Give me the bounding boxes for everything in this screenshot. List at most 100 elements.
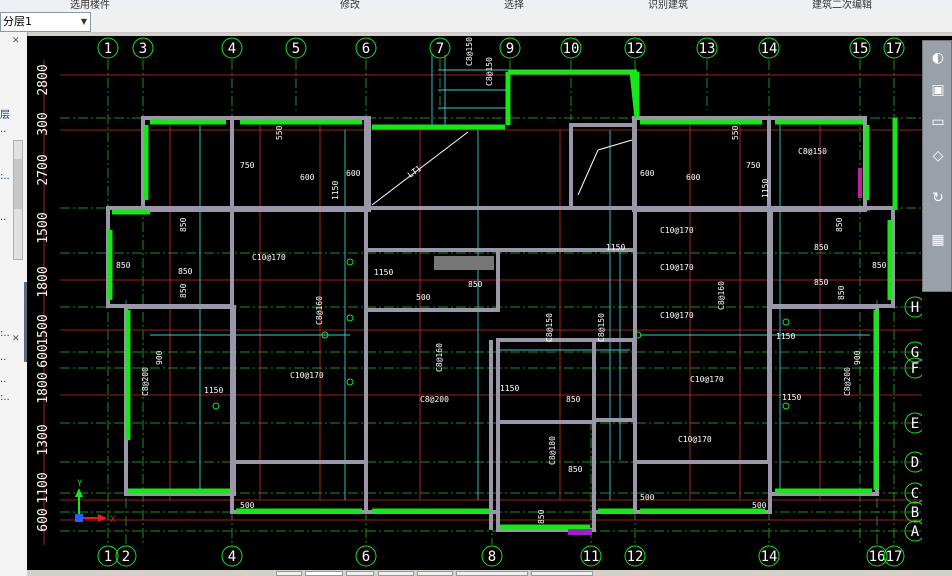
dim-text: 500 (416, 293, 431, 302)
left-dimension-texts: 2800300270015001800150060018001300110060… (36, 64, 51, 531)
dim-text: 500 (640, 493, 655, 502)
bottom-tab[interactable] (531, 571, 593, 576)
axis-bubble-label: 12 (627, 41, 644, 57)
axis-bubble: 1 (97, 37, 119, 59)
axis-bubble: 17 (883, 545, 905, 567)
axis-bubble-label: 12 (627, 549, 644, 565)
magenta-marker (858, 168, 862, 198)
dim-text: 850 (468, 280, 483, 289)
rebar-label: C10@170 (290, 371, 324, 380)
panel-item[interactable]: :.. (0, 392, 10, 403)
hatched-region (434, 256, 494, 270)
rebar-label: C8@200 (141, 367, 150, 396)
axis-bubble: 10 (560, 37, 582, 59)
rebar-label: C10@170 (660, 226, 694, 235)
close-icon[interactable]: ✕ (12, 334, 20, 344)
dim-text: 1150 (374, 268, 393, 277)
panel-item[interactable]: .. (0, 352, 6, 363)
rebar-label: C10@170 (660, 311, 694, 320)
axis-bubble: 17 (883, 37, 905, 59)
rebar-label: C10@170 (678, 435, 712, 444)
axis-bubble: 14 (758, 37, 780, 59)
left-dim-text: 1500 (36, 212, 51, 243)
rebar-label: C8@150 (545, 313, 554, 342)
menu-item[interactable]: 选用楼件 (70, 0, 110, 11)
panel-item[interactable]: 层 (0, 106, 10, 121)
axis-bubble: 12 (624, 545, 646, 567)
left-panel: ✕ 层 .. :.. .. ✕ :.. .. .. :.. (0, 32, 28, 576)
grid-view-icon[interactable]: ▦ (927, 229, 949, 251)
axis-bubble-label: 6 (362, 549, 370, 565)
floor-plan-svg[interactable]: 1 3 4 5 6 7 9 10 12 13 14 15 17 1 2 4 6 8 11 12 14 16 17 HGFE… (27, 36, 926, 570)
floor-dropdown[interactable]: 分层1 ▼ (0, 12, 91, 32)
axis-bubble: 13 (696, 37, 718, 59)
axis-bubble-label: C (911, 486, 919, 502)
dim-text: 550 (731, 125, 740, 140)
dim-text: 850 (814, 278, 829, 287)
bottom-tab[interactable] (456, 571, 528, 576)
dim-text: 900 (853, 350, 862, 365)
axis-bubble-label: 3 (139, 41, 147, 57)
axis-bubble-label: 6 (362, 41, 370, 57)
axis-bubbles-right: HGFEDCBA (904, 296, 926, 542)
left-dim-text: 1300 (36, 424, 51, 455)
axis-bubble: 5 (285, 37, 307, 59)
panel-item[interactable]: .. (0, 124, 6, 135)
dim-text: 850 (566, 395, 581, 404)
dim-text: 1150 (204, 386, 223, 395)
dim-text: 750 (240, 161, 255, 170)
menu-item[interactable]: 选择 (504, 0, 524, 11)
axis-bubble-label: F (911, 361, 919, 377)
bottom-tab[interactable] (417, 571, 453, 576)
dim-text: 850 (537, 509, 546, 524)
left-dim-text: 1100 (36, 472, 51, 503)
axis-bubble-label: 11 (583, 549, 600, 565)
bottom-tab[interactable] (346, 571, 374, 576)
box-view-icon[interactable]: ▭ (927, 111, 949, 133)
axis-bubble-label: 10 (563, 41, 580, 57)
sphere-view-icon[interactable]: ◐ (927, 47, 949, 69)
rebar-label: C8@180 (548, 436, 557, 465)
panel-scrollbar[interactable] (13, 140, 23, 260)
dim-text: 850 (116, 261, 131, 270)
axis-bubble-label: 14 (761, 549, 778, 565)
panel-item[interactable]: .. (0, 374, 6, 385)
cube-view-icon[interactable]: ◇ (927, 145, 949, 167)
close-icon[interactable]: ✕ (12, 36, 20, 46)
bottom-tab[interactable] (276, 571, 302, 576)
chevron-down-icon[interactable]: ▼ (81, 13, 87, 31)
menu-item[interactable]: 修改 (340, 0, 360, 11)
left-dim-text: 2700 (36, 154, 51, 185)
axis-bubble-label: 5 (292, 41, 300, 57)
axis-bubble: 4 (221, 37, 243, 59)
axis-bubble-label: 4 (228, 41, 236, 57)
axis-bubble: 4 (221, 545, 243, 567)
dim-text: 1150 (782, 393, 801, 402)
dim-text: 850 (872, 261, 887, 270)
axis-bubble-label: 16 (869, 549, 886, 565)
scroll-thumb[interactable] (14, 159, 22, 209)
rotate-icon[interactable]: ↻ (927, 187, 949, 209)
axis-bubble: 1 (97, 545, 119, 567)
axis-bubble: 6 (355, 37, 377, 59)
menu-item[interactable]: 建筑二次编辑 (812, 0, 872, 11)
3d-view-icon[interactable]: ▣ (927, 79, 949, 101)
grey-walls (106, 116, 895, 532)
bottom-tab[interactable] (378, 571, 414, 576)
axis-bubble: 14 (758, 545, 780, 567)
dim-text: 600 (640, 169, 655, 178)
panel-item[interactable]: .. (0, 212, 6, 223)
bottom-tab[interactable] (305, 571, 343, 576)
cad-drawing-canvas[interactable]: 1 3 4 5 6 7 9 10 12 13 14 15 17 1 2 4 6 8 11 12 14 16 17 HGFE… (27, 36, 926, 570)
rebar-label: C8@160 (315, 296, 324, 325)
menu-item[interactable]: 识别建筑 (648, 0, 688, 11)
axis-bubble-label: 9 (506, 41, 514, 57)
axis-bubble-label: 17 (886, 549, 903, 565)
axis-bubble: 6 (355, 545, 377, 567)
axis-bubble: 9 (499, 37, 521, 59)
panel-item[interactable]: :.. (0, 328, 10, 339)
toolbar-strip (91, 12, 952, 33)
panel-item[interactable]: :.. (0, 171, 10, 182)
floor-dropdown-value: 分层1 (3, 15, 32, 28)
left-dim-text: 1800 (36, 372, 51, 403)
